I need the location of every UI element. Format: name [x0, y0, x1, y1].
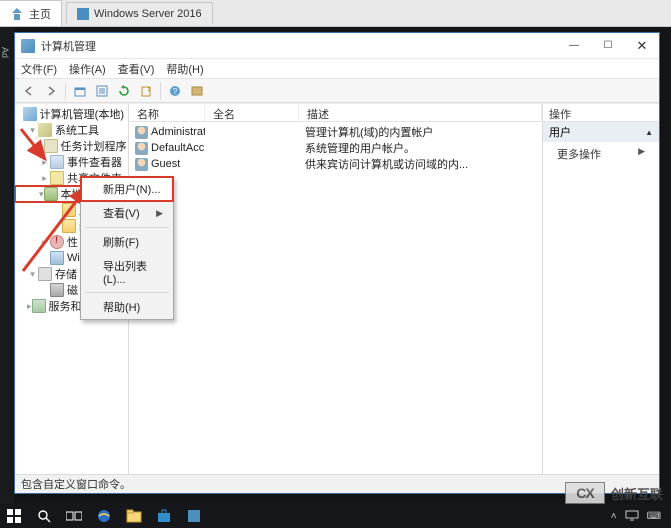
watermark-text: 创新互联 [611, 484, 663, 503]
taskview-button[interactable] [64, 506, 84, 526]
expand-icon[interactable]: ▸ [39, 157, 50, 168]
disk-icon [50, 283, 64, 297]
menu-file[interactable]: 文件(F) [21, 61, 57, 77]
refresh-button[interactable] [114, 81, 134, 101]
actions-header: 操作 [543, 104, 659, 122]
tree-task-scheduler[interactable]: ▸任务计划程序 [15, 138, 128, 154]
app-button[interactable] [184, 506, 204, 526]
collapse-icon[interactable]: ▾ [27, 125, 38, 136]
extra-button[interactable] [187, 81, 207, 101]
tree-systools[interactable]: ▾系统工具 [15, 122, 128, 138]
folder-icon [62, 203, 76, 217]
help-button[interactable]: ? [165, 81, 185, 101]
app-icon [21, 39, 35, 53]
service-icon [32, 299, 46, 313]
maximize-button[interactable]: ☐ [591, 34, 625, 58]
expand-icon[interactable]: ▸ [39, 237, 50, 248]
tree-root[interactable]: 计算机管理(本地) [15, 106, 128, 122]
task-icon [44, 139, 58, 153]
actions-more[interactable]: 更多操作 ▶ [543, 142, 659, 166]
browser-tab-home[interactable]: 主页 [0, 0, 62, 26]
tab-label: Windows Server 2016 [94, 8, 202, 20]
col-name[interactable]: 名称 [129, 104, 205, 121]
minimize-button[interactable]: — [557, 34, 591, 58]
ctx-refresh[interactable]: 刷新(F) [81, 230, 173, 254]
toolbar: ? [15, 79, 659, 103]
menu-help[interactable]: 帮助(H) [166, 61, 203, 77]
ie-button[interactable] [94, 506, 114, 526]
menu-view[interactable]: 查看(V) [118, 61, 155, 77]
tray-ime-icon[interactable]: ⌨ [647, 511, 661, 522]
separator [85, 292, 169, 293]
taskbar: ˄ ⌨ [0, 504, 671, 528]
col-desc[interactable]: 描述 [299, 104, 542, 121]
left-strip: Ad [0, 27, 14, 504]
watermark-logo: CX [565, 482, 605, 504]
windows-icon [77, 8, 89, 20]
ctx-view[interactable]: 查看(V)▶ [81, 201, 173, 225]
wmi-icon [50, 251, 64, 265]
tray-up-icon[interactable]: ˄ [611, 511, 617, 522]
svg-text:?: ? [173, 87, 178, 96]
col-fullname[interactable]: 全名 [205, 104, 299, 121]
collapse-icon[interactable]: ▾ [27, 269, 38, 280]
browser-tab-winserver[interactable]: Windows Server 2016 [66, 2, 213, 24]
list-row[interactable]: DefaultAcc... 系统管理的用户帐户。 [129, 140, 542, 156]
explorer-button[interactable] [124, 506, 144, 526]
actions-pane: 操作 用户 ▲ 更多操作 ▶ [543, 104, 659, 474]
tree-event-viewer[interactable]: ▸事件查看器 [15, 154, 128, 170]
context-menu: 新用户(N)... 查看(V)▶ 刷新(F) 导出列表(L)... 帮助(H) [80, 176, 174, 320]
properties-button[interactable] [92, 81, 112, 101]
user-icon [135, 142, 148, 155]
window-title: 计算机管理 [41, 38, 557, 54]
folder-icon [62, 219, 76, 233]
ctx-export[interactable]: 导出列表(L)... [81, 254, 173, 290]
forward-button[interactable] [41, 81, 61, 101]
list-row[interactable]: Guest 供来宾访问计算机或访问域的内... [129, 156, 542, 172]
actions-section-users[interactable]: 用户 ▲ [543, 122, 659, 142]
menu-action[interactable]: 操作(A) [69, 61, 106, 77]
store-button[interactable] [154, 506, 174, 526]
close-button[interactable]: ✕ [625, 34, 659, 58]
perf-icon [50, 235, 64, 249]
menubar: 文件(F) 操作(A) 查看(V) 帮助(H) [15, 59, 659, 79]
storage-icon [38, 267, 52, 281]
tray-network-icon[interactable] [625, 509, 639, 524]
expand-icon[interactable]: ▸ [39, 141, 44, 152]
statusbar: 包含自定义窗口命令。 [15, 474, 659, 493]
tools-icon [38, 123, 52, 137]
user-icon [135, 158, 148, 171]
list-pane[interactable]: 名称 全名 描述 Administrat... 管理计算机(域)的内置帐户 De… [129, 104, 543, 474]
expand-icon[interactable]: ▸ [39, 173, 50, 184]
chevron-right-icon: ▶ [156, 208, 163, 219]
start-button[interactable] [4, 506, 24, 526]
share-icon [50, 171, 64, 185]
tab-label: 主页 [29, 6, 51, 22]
titlebar[interactable]: 计算机管理 — ☐ ✕ [15, 33, 659, 59]
users-group-icon [44, 187, 58, 201]
search-button[interactable] [34, 506, 54, 526]
collapse-icon[interactable]: ▾ [39, 189, 44, 200]
list-row[interactable]: Administrat... 管理计算机(域)的内置帐户 [129, 124, 542, 140]
ctx-help[interactable]: 帮助(H) [81, 295, 173, 319]
expand-icon[interactable]: ▸ [27, 301, 32, 312]
watermark: CX 创新互联 [565, 482, 663, 504]
computer-icon [23, 107, 37, 121]
separator [85, 227, 169, 228]
export-button[interactable] [136, 81, 156, 101]
ctx-new-user[interactable]: 新用户(N)... [81, 177, 173, 201]
back-button[interactable] [19, 81, 39, 101]
collapse-icon: ▲ [645, 128, 653, 137]
up-button[interactable] [70, 81, 90, 101]
event-icon [50, 155, 64, 169]
user-icon [135, 126, 148, 139]
chevron-right-icon: ▶ [638, 146, 645, 157]
list-header: 名称 全名 描述 [129, 104, 542, 122]
home-icon [10, 8, 24, 20]
